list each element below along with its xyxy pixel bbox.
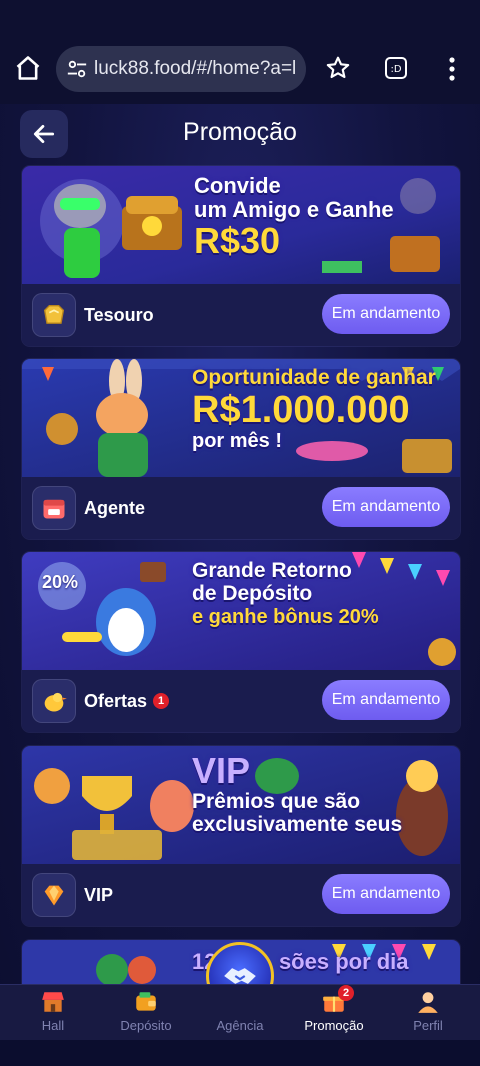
promo-card-tesouro[interactable]: Convide um Amigo e Ganhe R$30 Tesouro Em… bbox=[22, 166, 460, 346]
promo-banner-vip[interactable]: VIP Prêmios que são exclusivamente seus bbox=[22, 746, 460, 864]
nav-label: Hall bbox=[41, 1018, 65, 1033]
promo-card-agente[interactable]: Oportunidade de ganhar R$1.000.000 por m… bbox=[22, 359, 460, 539]
nav-item-deposito[interactable]: Depósito bbox=[98, 985, 194, 1041]
nav-label: Depósito bbox=[120, 1018, 172, 1033]
banner-line: Oportunidade de ganhar bbox=[192, 366, 436, 389]
banner-line: Grande Retorno bbox=[192, 559, 352, 582]
status-button[interactable]: Em andamento bbox=[322, 294, 450, 334]
shop-icon bbox=[42, 992, 64, 1012]
nav-item-agencia[interactable]: Agência bbox=[192, 985, 288, 1041]
card-footer: Tesouro Em andamento bbox=[22, 284, 460, 346]
page-title: Promoção bbox=[183, 118, 297, 146]
card-label: Agente bbox=[84, 497, 146, 518]
browser-toolbar: luck88.food/#/home?a=l :D bbox=[0, 0, 480, 104]
card-footer: Agente Em andamento bbox=[22, 477, 460, 539]
notification-badge: 2 bbox=[338, 985, 354, 1001]
banner-amount: R$30 bbox=[194, 219, 281, 261]
card-label: Tesouro bbox=[84, 304, 154, 325]
notification-badge: 1 bbox=[153, 693, 170, 709]
banner-headline: VIP Prêmios que são exclusivamente seus bbox=[192, 750, 452, 836]
system-nav-strip bbox=[0, 1040, 480, 1066]
card-footer: Ofertas 1 Em andamento bbox=[22, 670, 460, 732]
promo-card-vip[interactable]: VIP Prêmios que são exclusivamente seus … bbox=[22, 746, 460, 926]
nav-item-perfil[interactable]: Perfil bbox=[380, 985, 476, 1041]
promo-banner-agent[interactable]: Oportunidade de ganhar R$1.000.000 por m… bbox=[22, 359, 460, 477]
svg-text::D: :D bbox=[390, 64, 401, 75]
nav-item-hall[interactable]: Hall bbox=[5, 985, 101, 1041]
diamond-icon bbox=[32, 873, 76, 917]
banner-headline: Convide um Amigo e Ganhe R$30 bbox=[194, 174, 452, 260]
card-footer: VIP Em andamento bbox=[22, 864, 460, 926]
home-icon[interactable] bbox=[14, 54, 42, 82]
bookmark-star-icon[interactable] bbox=[325, 55, 351, 81]
status-button[interactable]: Em andamento bbox=[322, 487, 450, 527]
extension-icon[interactable]: :D bbox=[384, 56, 408, 80]
banner-line: VIP bbox=[192, 750, 251, 791]
chick-icon bbox=[32, 679, 76, 723]
banner-line: exclusivamente seus bbox=[192, 812, 403, 836]
more-menu-icon[interactable] bbox=[442, 56, 462, 82]
url-text[interactable]: luck88.food/#/home?a=l bbox=[94, 58, 296, 80]
treasure-icon bbox=[32, 293, 76, 337]
banner-line: um Amigo e Ganhe bbox=[194, 196, 394, 222]
app-content: Promoção Convide um Amigo e Ganhe R$30 T… bbox=[0, 104, 480, 1066]
banner-amount: R$1.000.000 bbox=[192, 388, 410, 431]
wallet-icon bbox=[136, 992, 156, 1011]
banner-line: sões por dia bbox=[278, 949, 409, 974]
banner-line: de Depósito bbox=[192, 581, 313, 605]
banner-headline: Grande Retorno de Depósito e ganhe bônus… bbox=[192, 559, 452, 629]
banner-line: Convide bbox=[194, 173, 281, 198]
nav-label: Agência bbox=[216, 1018, 264, 1033]
person-icon bbox=[418, 992, 438, 1013]
status-button[interactable]: Em andamento bbox=[322, 680, 450, 720]
banner-line: por mês ! bbox=[192, 429, 283, 452]
promo-banner-deposit[interactable]: 20% Grande Retorno de Depósito e ganhe b… bbox=[22, 552, 460, 670]
promo-banner-invite[interactable]: Convide um Amigo e Ganhe R$30 bbox=[22, 166, 460, 284]
bottom-navigation: Hall Depósito Agência 2 Promoção Perfil bbox=[0, 984, 480, 1040]
banner-line: e ganhe bônus 20% bbox=[192, 606, 379, 629]
promo-card-ofertas[interactable]: 20% Grande Retorno de Depósito e ganhe b… bbox=[22, 552, 460, 732]
nav-label: Promoção bbox=[304, 1018, 364, 1033]
card-label: VIP bbox=[84, 884, 114, 905]
nav-item-promocao[interactable]: 2 Promoção bbox=[286, 985, 382, 1041]
site-settings-icon[interactable] bbox=[66, 58, 88, 80]
status-button[interactable]: Em andamento bbox=[322, 874, 450, 914]
banner-headline: Oportunidade de ganhar R$1.000.000 por m… bbox=[192, 366, 452, 452]
card-label: Ofertas bbox=[84, 690, 148, 711]
banner-tag: 20% bbox=[42, 572, 79, 592]
address-bar[interactable]: luck88.food/#/home?a=l bbox=[56, 46, 306, 92]
calendar-icon bbox=[32, 486, 76, 530]
nav-label: Perfil bbox=[413, 1018, 443, 1033]
banner-line: Prêmios que são bbox=[192, 789, 361, 813]
